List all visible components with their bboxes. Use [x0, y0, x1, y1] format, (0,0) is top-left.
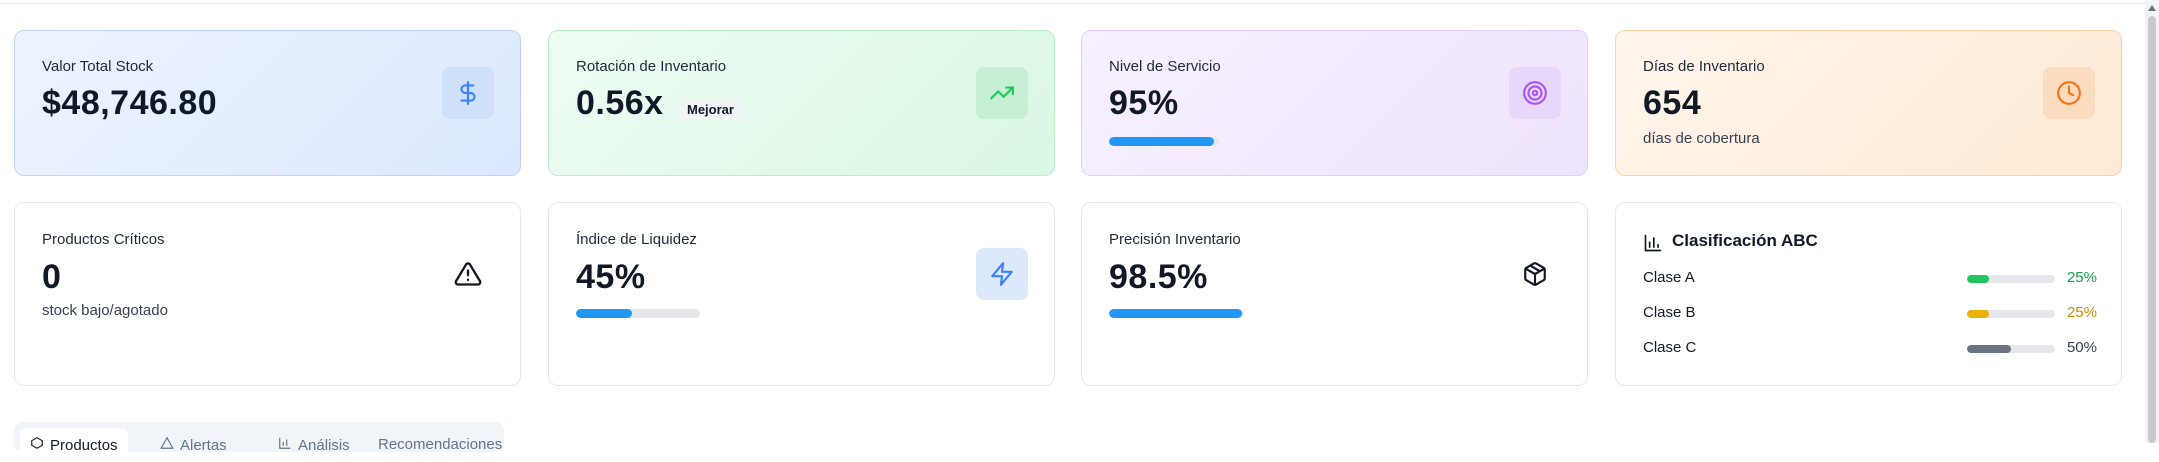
- abc-class-fill: [1967, 310, 1989, 318]
- scroll-up-icon[interactable]: [2148, 5, 2156, 11]
- kpi-label: Valor Total Stock: [42, 58, 154, 75]
- abc-class-percent: 50%: [2066, 339, 2097, 356]
- progress-fill: [1109, 309, 1242, 318]
- kpi-subtext: días de cobertura: [1643, 130, 1760, 147]
- abc-row-a: Clase A 25%: [1643, 269, 2097, 289]
- tab-label: Alertas: [180, 436, 227, 454]
- warning-icon: [442, 248, 494, 300]
- kpi-value: 0.56x: [576, 84, 664, 122]
- kpi-card-service-level: Nivel de Servicio 95%: [1081, 30, 1588, 176]
- kpi-label: Precisión Inventario: [1109, 231, 1241, 248]
- target-icon: [1509, 67, 1561, 119]
- tab-recomendaciones[interactable]: Recomendaciones: [378, 436, 502, 453]
- package-icon: [30, 436, 44, 454]
- zap-icon: [976, 248, 1028, 300]
- progress-fill: [576, 309, 632, 318]
- trending-up-icon: [976, 67, 1028, 119]
- kpi-value: 654: [1643, 84, 1702, 122]
- kpi-label: Días de Inventario: [1643, 58, 1765, 75]
- kpi-card-inventory-days: Días de Inventario 654 días de cobertura: [1615, 30, 2122, 176]
- abc-class-bar: [1967, 275, 2055, 283]
- abc-class-name: Clase C: [1643, 339, 1697, 356]
- abc-class-name: Clase B: [1643, 304, 1696, 321]
- dollar-icon: [442, 67, 494, 119]
- vertical-scrollbar[interactable]: [2145, 0, 2159, 443]
- kpi-subtext: stock bajo/agotado: [42, 302, 168, 319]
- abc-class-fill: [1967, 345, 2011, 353]
- clock-icon: [2043, 67, 2095, 119]
- abc-class-percent: 25%: [2066, 304, 2097, 321]
- bar-chart-icon: [278, 436, 292, 454]
- accuracy-progress: [1109, 309, 1244, 318]
- kpi-card-critical-products: Productos Críticos 0 stock bajo/agotado: [14, 202, 521, 386]
- kpi-value: 45%: [576, 258, 646, 296]
- abc-title: Clasificación ABC: [1672, 231, 1818, 250]
- tab-alertas[interactable]: Alertas: [160, 436, 227, 454]
- abc-row-b: Clase B 25%: [1643, 304, 2097, 324]
- kpi-value: $48,746.80: [42, 84, 218, 122]
- kpi-card-liquidity: Índice de Liquidez 45%: [548, 202, 1055, 386]
- tab-label: Recomendaciones: [378, 436, 503, 453]
- top-border: [0, 0, 2159, 4]
- kpi-card-accuracy: Precisión Inventario 98.5%: [1081, 202, 1588, 386]
- scrollbar-thumb[interactable]: [2148, 16, 2156, 443]
- tab-productos[interactable]: Productos: [20, 428, 128, 462]
- package-icon: [1509, 248, 1561, 300]
- kpi-value: 95%: [1109, 84, 1179, 122]
- abc-classification-card: Clasificación ABC Clase A 25% Clase B 25…: [1615, 202, 2122, 386]
- progress-fill: [1109, 137, 1214, 146]
- kpi-label: Rotación de Inventario: [576, 58, 727, 75]
- abc-class-name: Clase A: [1643, 269, 1695, 286]
- tab-label: Productos: [50, 436, 118, 454]
- abc-class-percent: 25%: [2066, 269, 2097, 286]
- kpi-value: 0: [42, 258, 62, 296]
- tab-analisis[interactable]: Análisis: [278, 436, 350, 454]
- liquidity-progress: [576, 309, 700, 318]
- kpi-value: 98.5%: [1109, 258, 1208, 296]
- kpi-label: Productos Críticos: [42, 231, 165, 248]
- abc-class-bar: [1967, 345, 2055, 353]
- abc-row-c: Clase C 50%: [1643, 339, 2097, 359]
- kpi-label: Nivel de Servicio: [1109, 58, 1221, 75]
- kpi-card-total-value: Valor Total Stock $48,746.80: [14, 30, 521, 176]
- kpi-card-turnover: Rotación de Inventario 0.56x Mejorar: [548, 30, 1055, 176]
- warning-icon: [160, 436, 174, 454]
- tab-label: Análisis: [298, 436, 350, 454]
- service-level-progress: [1109, 137, 1219, 146]
- status-badge: Mejorar: [679, 99, 742, 120]
- kpi-label: Índice de Liquidez: [576, 231, 697, 248]
- bar-chart-icon: [1643, 233, 1663, 258]
- abc-class-bar: [1967, 310, 2055, 318]
- tab-bar: Productos Alertas Análisis Recomendacion…: [14, 422, 504, 462]
- abc-class-fill: [1967, 275, 1989, 283]
